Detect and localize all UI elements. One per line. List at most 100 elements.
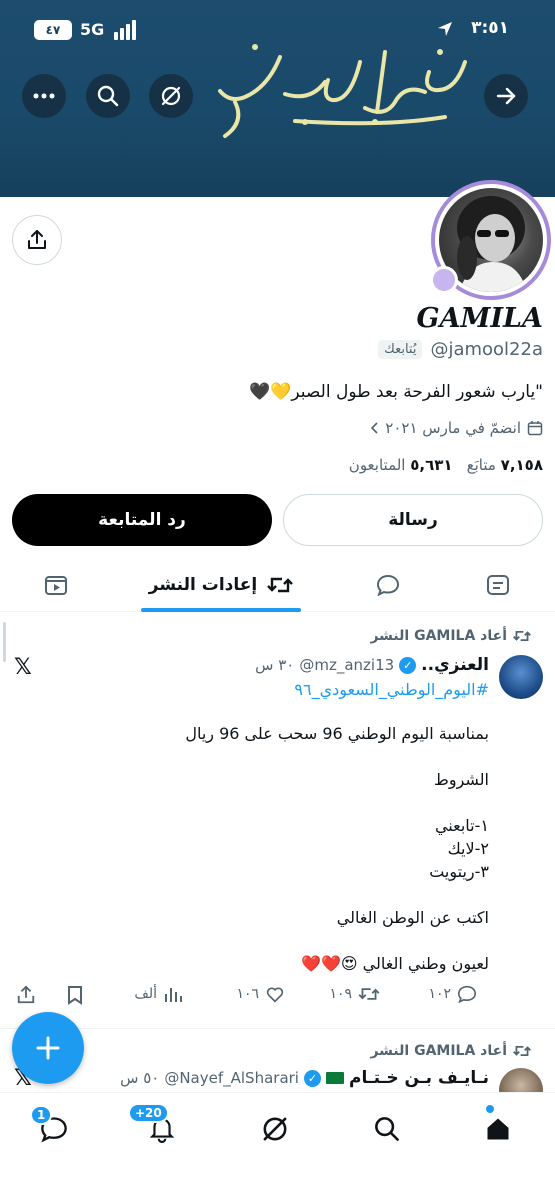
share-profile-button[interactable] (12, 215, 62, 265)
signal-icon (114, 20, 136, 45)
tab-reposts-label: إعادات النشر (148, 575, 258, 595)
following-count[interactable]: ٧,١٥٨ متابَع (467, 456, 543, 474)
tab-reposts[interactable]: إعادات النشر (141, 570, 301, 600)
share-post-action[interactable] (16, 985, 36, 1005)
post-body: بمناسبة اليوم الوطني 96 سحب على 96 ريال … (185, 722, 489, 975)
post-hashtag[interactable]: #اليوم_الوطني_السعودي_٩٦ (294, 680, 489, 699)
chevron-left-icon (371, 422, 378, 434)
message-button[interactable]: رسالة (283, 494, 543, 546)
battery-icon: ٤٧ (34, 20, 72, 40)
more-options-button[interactable] (22, 74, 66, 118)
post-line (185, 745, 489, 768)
bookmark-action[interactable] (66, 985, 84, 1005)
grok-icon (263, 1117, 287, 1141)
nav-home[interactable] (478, 1105, 518, 1149)
post-author-avatar[interactable] (499, 655, 543, 699)
x-logo-icon: 𝕏 (14, 655, 32, 680)
repost-attribution: أعاد GAMILA النشر (370, 1043, 531, 1059)
repost-label: أعاد GAMILA النشر (370, 628, 507, 644)
post-divider (0, 1028, 555, 1029)
reply-count: ١٠٢ (428, 986, 451, 1002)
post-actions: ١٠٢ ١٠٩ ١٠٦ ألف (0, 985, 555, 1013)
follow-counts: ٧,١٥٨ متابَع ٥,٦٣١ المتابعون (349, 456, 543, 474)
post-line: اكتب عن الوطن الغالي (336, 908, 489, 927)
notifications-badge: +20 (128, 1103, 169, 1123)
avatar-badge-icon (430, 266, 458, 294)
views-action[interactable]: ألف (134, 985, 183, 1003)
post-author-name[interactable]: نـايـف بـن خـتـام (349, 1068, 489, 1088)
bookmark-icon (68, 986, 82, 1005)
heart-icon (266, 987, 284, 1003)
joined-date: انضمّ في مارس ٢٠٢١ (369, 419, 543, 437)
calendar-icon (527, 421, 543, 436)
profile-display-name: GAMILA (416, 303, 543, 334)
network-label: 5G (80, 20, 105, 39)
repost-icon (358, 988, 380, 1000)
grok-button[interactable] (149, 74, 193, 118)
post-line (185, 929, 489, 952)
views-count: ألف (134, 986, 157, 1002)
post-line: لعيون وطني الغالي 😍❤️❤️ (301, 954, 489, 973)
post-author-name[interactable]: العنزي.. (421, 655, 489, 675)
repost-icon (513, 1045, 531, 1057)
posts-tab-icon (487, 575, 509, 595)
post-line (185, 791, 489, 814)
profile-tabs: إعادات النشر (0, 560, 555, 612)
repost-attribution: أعاد GAMILA النشر (370, 628, 531, 644)
messages-badge: 1 (30, 1105, 53, 1125)
post-line: ٣-ريتويت (429, 862, 489, 881)
post-author-row: نـايـف بـن خـتـام ✓ @Nayef_AlSharari ٥٠ … (120, 1068, 489, 1088)
post-line: ١-تابعني (434, 816, 489, 835)
post-line: الشروط (434, 770, 489, 789)
follow-back-button[interactable]: رد المتابعة (12, 494, 272, 546)
compose-post-button[interactable] (12, 1012, 84, 1084)
active-tab-indicator (141, 608, 301, 612)
post-line (185, 883, 489, 906)
arrow-right-icon (496, 87, 516, 105)
nav-grok[interactable] (255, 1109, 295, 1149)
profile-banner[interactable]: ٣:٥١ ٤٧ 5G (0, 0, 555, 197)
grok-icon (161, 86, 181, 106)
reply-action[interactable]: ١٠٢ (428, 985, 477, 1003)
home-dot-indicator (486, 1105, 494, 1113)
media-tab-icon (45, 576, 67, 595)
like-count: ١٠٦ (236, 986, 259, 1002)
nav-messages[interactable]: 1 (30, 1105, 74, 1149)
post-handle: @Nayef_AlSharari (164, 1069, 299, 1087)
reply-icon (457, 985, 477, 1003)
follows-you-badge: يُتابعك (378, 340, 423, 359)
nav-search[interactable] (367, 1109, 407, 1149)
search-button[interactable] (86, 74, 130, 118)
tab-media[interactable] (36, 570, 76, 600)
post-line: بمناسبة اليوم الوطني 96 سحب على 96 ريال (185, 724, 489, 743)
nav-notifications[interactable]: +20 (128, 1103, 182, 1149)
verified-badge-icon: ✓ (303, 1069, 321, 1087)
repost-tab-icon (267, 577, 294, 593)
views-icon (165, 988, 182, 1002)
post-handle: @mz_anzi13 (299, 656, 395, 674)
verified-badge-icon: ✓ (399, 656, 417, 674)
more-dots-icon (33, 93, 55, 99)
profile-handle: @jamool22a (430, 339, 543, 360)
status-time: ٣:٥١ (471, 18, 509, 38)
status-bar: ٣:٥١ ٤٧ 5G (0, 18, 555, 44)
post-line: ٢-لايك (447, 839, 489, 858)
tab-replies[interactable] (368, 570, 408, 600)
repost-label: أعاد GAMILA النشر (370, 1043, 507, 1059)
repost-count: ١٠٩ (329, 986, 352, 1002)
profile-bio: "يارب شعور الفرحة بعد طول الصبر💛🖤 (249, 382, 543, 402)
search-icon (375, 1117, 399, 1141)
bottom-navigation: 1 +20 (0, 1092, 555, 1200)
post-time: ٣٠ س (255, 656, 295, 674)
handle-row: يُتابعك @jamool22a (378, 339, 543, 360)
repost-action[interactable]: ١٠٩ (329, 985, 380, 1003)
saudi-flag-icon (325, 1072, 344, 1084)
search-icon (97, 85, 119, 107)
like-action[interactable]: ١٠٦ (236, 985, 285, 1003)
back-button[interactable] (484, 74, 528, 118)
repost-icon (513, 630, 531, 642)
followers-count[interactable]: ٥,٦٣١ المتابعون (349, 456, 453, 474)
location-arrow-icon (437, 21, 453, 42)
share-icon (28, 230, 46, 249)
tab-posts[interactable] (478, 570, 518, 600)
